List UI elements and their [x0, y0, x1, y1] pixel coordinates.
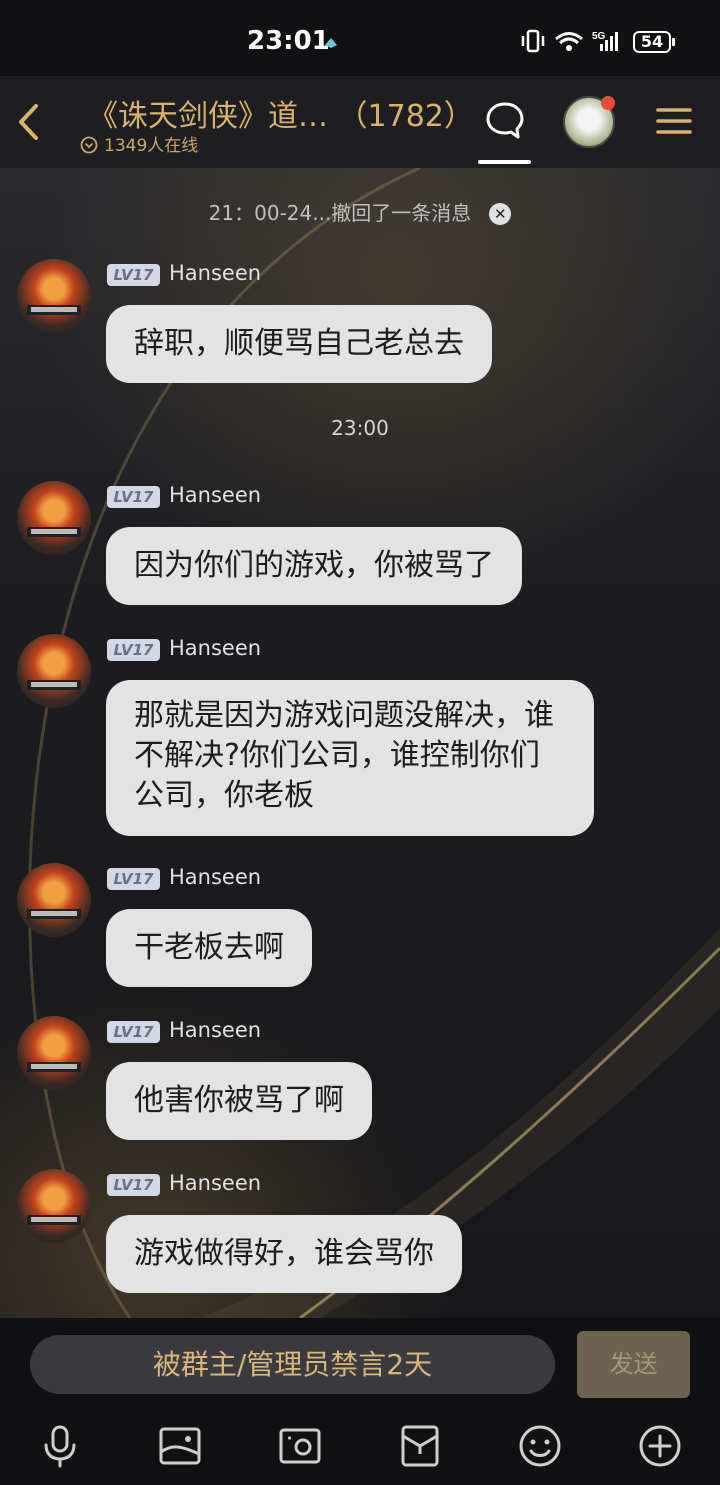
level-badge: LV17 — [107, 486, 160, 508]
sender-name[interactable]: Hanseen — [169, 636, 261, 660]
sender-avatar[interactable] — [17, 863, 91, 937]
online-count-text: 1349人在线 — [104, 136, 199, 156]
sender-avatar[interactable] — [17, 481, 91, 555]
camera-icon[interactable] — [278, 1424, 322, 1468]
emoji-icon[interactable] — [518, 1424, 562, 1468]
sender-avatar[interactable] — [17, 1169, 91, 1243]
sender-avatar[interactable] — [17, 1016, 91, 1090]
signal-icon: 5G — [592, 31, 618, 51]
sender-name[interactable]: Hanseen — [169, 483, 261, 507]
message-bubble[interactable]: 那就是因为游戏问题没解决，谁不解决?你们公司，谁控制你们公司，你老板 — [106, 680, 594, 836]
battery-icon: 54 — [633, 31, 675, 53]
sender-name[interactable]: Hanseen — [169, 1018, 261, 1042]
notification-dot — [601, 96, 615, 110]
chat-icon[interactable] — [484, 100, 526, 142]
recall-notice-text: 21：00-24...撤回了一条消息 — [208, 201, 472, 225]
recall-notice: 21：00-24...撤回了一条消息 ✕ — [0, 197, 720, 226]
message-timestamp: 23:00 — [331, 416, 389, 440]
sender-name[interactable]: Hanseen — [169, 1171, 261, 1195]
level-badge: LV17 — [107, 264, 160, 286]
level-badge: LV17 — [107, 639, 160, 661]
status-icons: 5G — [521, 29, 618, 53]
sender-name[interactable]: Hanseen — [169, 261, 261, 285]
level-badge: LV17 — [107, 1021, 160, 1043]
microphone-icon[interactable] — [38, 1424, 82, 1468]
muted-input-field[interactable]: 被群主/管理员禁言2天 — [30, 1335, 555, 1394]
group-avatar[interactable] — [563, 96, 615, 148]
send-button[interactable]: 发送 — [577, 1331, 690, 1398]
message-bubble[interactable]: 辞职，顺便骂自己老总去 — [106, 305, 492, 383]
sender-avatar[interactable] — [17, 259, 91, 333]
app-notification-icon — [325, 38, 337, 48]
bottom-toolbar — [0, 1410, 720, 1485]
message-bubble[interactable]: 他害你被骂了啊 — [106, 1062, 372, 1140]
status-bar: 23:01 5G 54 — [0, 0, 720, 76]
plus-icon[interactable] — [638, 1424, 682, 1468]
close-icon[interactable]: ✕ — [489, 203, 512, 225]
wifi-icon — [555, 32, 583, 51]
chat-header: 《诛天剑侠》道… （1782） 1349人在线 — [0, 76, 720, 168]
chevron-down-circle-icon — [80, 136, 98, 154]
message-bubble[interactable]: 干老板去啊 — [106, 909, 312, 987]
active-tab-indicator — [478, 160, 531, 164]
svg-text:5G: 5G — [592, 31, 606, 42]
level-badge: LV17 — [107, 868, 160, 890]
level-badge: LV17 — [107, 1174, 160, 1196]
message-bubble[interactable]: 因为你们的游戏，你被骂了 — [106, 527, 522, 605]
vibrate-icon — [521, 29, 545, 53]
sender-avatar[interactable] — [17, 634, 91, 708]
status-time: 23:01 — [247, 26, 330, 56]
sender-name[interactable]: Hanseen — [169, 865, 261, 889]
back-icon[interactable] — [14, 100, 44, 144]
message-bubble[interactable]: 游戏做得好，谁会骂你 — [106, 1215, 462, 1293]
group-title[interactable]: 《诛天剑侠》道… （1782） — [88, 91, 474, 135]
image-icon[interactable] — [158, 1424, 202, 1468]
red-packet-icon[interactable] — [398, 1424, 442, 1468]
online-count[interactable]: 1349人在线 — [80, 131, 198, 156]
menu-icon[interactable] — [656, 106, 692, 136]
